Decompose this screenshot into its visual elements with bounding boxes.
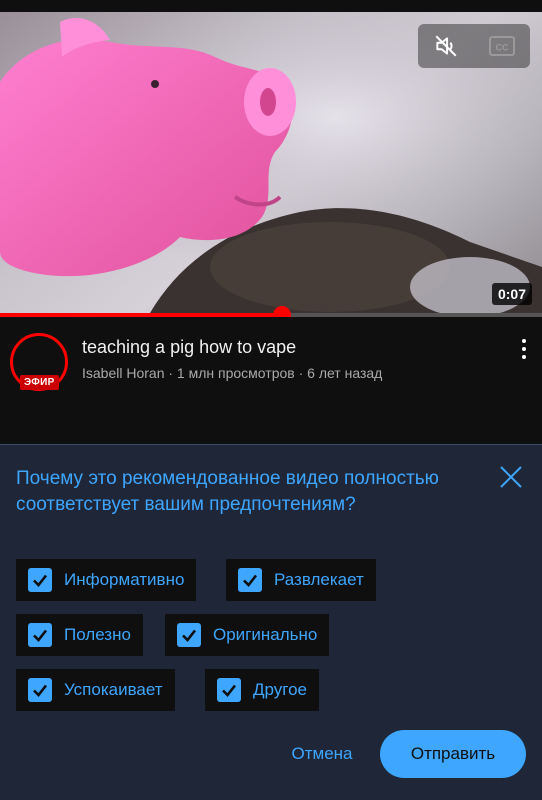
video-duration: 0:07 xyxy=(491,283,532,305)
option-useful[interactable]: Полезно xyxy=(16,614,143,656)
checkmark-icon xyxy=(243,574,258,587)
video-title[interactable]: teaching a pig how to vape xyxy=(82,337,296,358)
player-overlay-controls: CC xyxy=(418,24,530,68)
option-entertaining[interactable]: Развлекает xyxy=(226,559,376,601)
option-informative[interactable]: Информативно xyxy=(16,559,197,601)
cancel-button[interactable]: Отмена xyxy=(282,738,362,770)
submit-button[interactable]: Отправить xyxy=(380,730,526,778)
option-label: Оригинально xyxy=(213,625,318,644)
option-calming[interactable]: Успокаивает xyxy=(16,669,175,711)
checkbox-checked[interactable] xyxy=(28,623,52,647)
option-label: Полезно xyxy=(64,625,131,644)
option-other[interactable]: Другое xyxy=(205,669,320,711)
top-strip xyxy=(0,0,542,12)
kebab-dot xyxy=(522,355,526,359)
video-player[interactable]: CC 0:07 xyxy=(0,12,542,313)
option-label: Успокаивает xyxy=(64,680,163,699)
option-label: Информативно xyxy=(64,570,185,589)
checkbox-checked[interactable] xyxy=(28,568,52,592)
close-icon xyxy=(500,466,522,488)
channel-avatar[interactable]: ЭФИР xyxy=(10,333,70,393)
svg-text:CC: CC xyxy=(496,43,509,53)
video-meta: Isabell Horan · 1 млн просмотров · 6 лет… xyxy=(82,365,383,381)
checkbox-checked[interactable] xyxy=(177,623,201,647)
checkmark-icon xyxy=(182,629,197,642)
kebab-dot xyxy=(522,347,526,351)
panel-border xyxy=(0,444,542,445)
checkbox-checked[interactable] xyxy=(28,678,52,702)
more-options-button[interactable] xyxy=(516,337,532,361)
volume-off-icon xyxy=(435,35,457,57)
option-label: Развлекает xyxy=(274,570,364,589)
live-badge: ЭФИР xyxy=(20,375,59,390)
kebab-dot xyxy=(522,339,526,343)
mute-button[interactable] xyxy=(429,29,463,63)
checkmark-icon xyxy=(33,684,48,697)
checkmark-icon xyxy=(33,629,48,642)
captions-button[interactable]: CC xyxy=(485,29,519,63)
close-button[interactable] xyxy=(498,464,524,490)
video-info: ЭФИР teaching a pig how to vape Isabell … xyxy=(0,317,542,444)
checkmark-icon xyxy=(222,684,237,697)
option-label: Другое xyxy=(253,680,308,699)
checkbox-checked[interactable] xyxy=(238,568,262,592)
captions-icon: CC xyxy=(489,36,515,56)
checkbox-checked[interactable] xyxy=(217,678,241,702)
feedback-question: Почему это рекомендованное видео полност… xyxy=(16,468,439,515)
checkmark-icon xyxy=(33,574,48,587)
option-original[interactable]: Оригинально xyxy=(165,614,330,656)
